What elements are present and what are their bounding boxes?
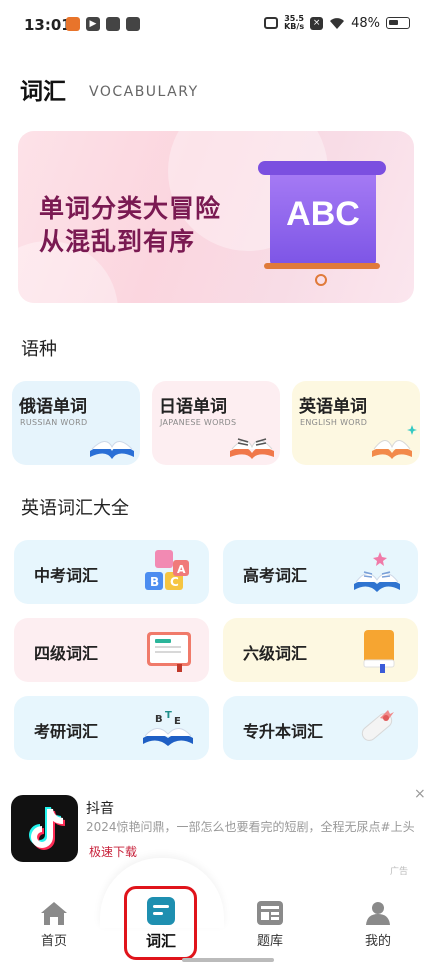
banner-subheadline: 从混乱到有序: [39, 227, 196, 256]
sim-off-icon: ×: [310, 16, 324, 30]
yellow-book-icon: [372, 425, 417, 459]
vocab-card-zhuanshengben[interactable]: 专升本词汇: [223, 696, 418, 760]
status-time: 13:01: [24, 16, 72, 34]
section-title-languages: 语种: [21, 339, 57, 360]
ad-close-icon[interactable]: ×: [414, 786, 426, 802]
vocab-card-gaokao[interactable]: 高考词汇: [223, 540, 418, 604]
wifi-icon: [330, 17, 345, 29]
network-speed-unit: KB/s: [284, 22, 305, 31]
status-bar: 13:01 ▶ 35.5 KB/s × 48%: [0, 0, 432, 52]
diploma-scroll-icon: [361, 710, 394, 741]
nav-label-question-bank: 题库: [256, 934, 283, 949]
language-card-subtitle: ENGLISH WORD: [300, 418, 368, 427]
language-card-title: 英语单词: [299, 397, 367, 417]
svg-text:T: T: [165, 710, 172, 721]
open-book-star-icon: [354, 552, 400, 592]
orange-book-icon: [230, 438, 274, 459]
active-tab-highlight-box: [124, 886, 197, 960]
svg-text:C: C: [170, 575, 179, 589]
ad-app-icon[interactable]: [11, 795, 78, 862]
vocab-card-label: 中考词汇: [34, 566, 99, 585]
page-title: 词汇: [20, 79, 66, 105]
vocab-card-label: 四级词汇: [34, 644, 99, 663]
language-card-title: 俄语单词: [19, 397, 87, 417]
page-subtitle: VOCABULARY: [89, 84, 199, 100]
notebook-icon: [147, 632, 191, 672]
language-card-russian[interactable]: 俄语单词 RUSSIAN WORD: [12, 381, 140, 465]
svg-text:B: B: [150, 575, 159, 589]
notification-play-icon: ▶: [86, 17, 100, 31]
nav-label-home: 首页: [40, 934, 67, 949]
battery-icon: [386, 17, 410, 29]
status-right-group: 35.5 KB/s × 48%: [264, 15, 410, 31]
vocab-card-zhongkao[interactable]: 中考词汇 B C A: [14, 540, 209, 604]
vocab-card-label: 六级词汇: [243, 644, 308, 663]
notification-app-icon: [66, 17, 80, 31]
svg-text:A: A: [177, 563, 186, 576]
language-card-english[interactable]: 英语单词 ENGLISH WORD: [292, 381, 420, 465]
nav-item-profile[interactable]: 我的: [360, 900, 396, 949]
home-icon: [41, 902, 67, 925]
blue-book-icon: [90, 441, 134, 459]
home-indicator[interactable]: [182, 958, 274, 962]
language-card-title: 日语单词: [159, 397, 227, 417]
ad-app-name[interactable]: 抖音: [86, 798, 114, 818]
nav-item-question-bank[interactable]: 题库: [252, 900, 288, 949]
status-notification-icons: ▶: [66, 17, 140, 31]
scroll-abc-text: ABC: [286, 195, 360, 233]
abc-blocks-icon: B C A: [145, 550, 189, 590]
nav-label-profile: 我的: [364, 934, 391, 949]
language-card-subtitle: JAPANESE WORDS: [160, 418, 237, 427]
notification-app-icon: [126, 17, 140, 31]
banner-headline: 单词分类大冒险: [39, 194, 222, 223]
svg-text:E: E: [174, 716, 181, 727]
svg-text:B: B: [155, 714, 163, 725]
battery-percent: 48%: [351, 15, 380, 31]
network-speed: 35.5 KB/s: [284, 15, 304, 31]
nav-item-home[interactable]: 首页: [36, 900, 72, 949]
promo-banner[interactable]: 单词分类大冒险 从混乱到有序 ABC: [18, 131, 414, 303]
question-bank-icon: [257, 901, 283, 925]
vocab-card-label: 高考词汇: [243, 566, 308, 585]
tiktok-logo-icon: [29, 807, 65, 850]
letters-book-icon: B T E: [143, 710, 193, 746]
vibrate-icon: [264, 17, 279, 29]
ad-tag: 广告: [390, 867, 409, 877]
ad-download-link[interactable]: 极速下载: [89, 843, 137, 860]
closed-book-icon: [363, 630, 395, 673]
vocab-card-cet6[interactable]: 六级词汇: [223, 618, 418, 682]
notification-app-icon: [106, 17, 120, 31]
profile-icon: [366, 902, 390, 925]
vocab-card-label: 专升本词汇: [243, 722, 324, 741]
vocab-card-kaoyan[interactable]: 考研词汇 B T E: [14, 696, 209, 760]
vocab-card-label: 考研词汇: [34, 722, 99, 741]
language-card-japanese[interactable]: 日语单词 JAPANESE WORDS: [152, 381, 280, 465]
ad-description[interactable]: 2024惊艳问鼎，一部怎么也要看完的短剧，全程无尿点#上头: [86, 818, 416, 835]
language-card-subtitle: RUSSIAN WORD: [20, 418, 88, 427]
section-title-english-vocab: 英语词汇大全: [21, 498, 129, 519]
vocab-card-cet4[interactable]: 四级词汇: [14, 618, 209, 682]
